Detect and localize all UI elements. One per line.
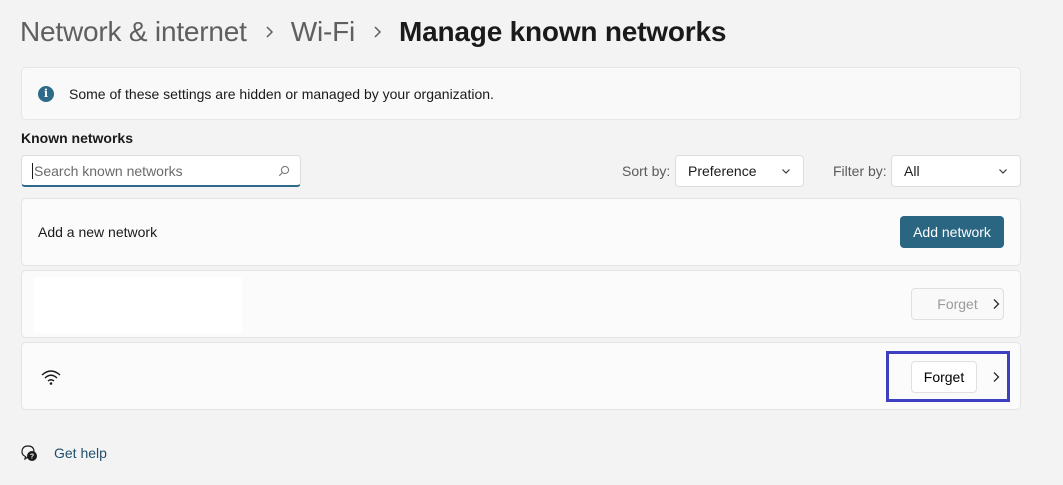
add-network-button[interactable]: Add network	[900, 216, 1004, 248]
sort-dropdown[interactable]: Preference	[675, 155, 804, 187]
filter-dropdown[interactable]: All	[891, 155, 1021, 187]
filter-value: All	[904, 163, 920, 179]
network-row[interactable]: Forget	[21, 342, 1021, 410]
search-box[interactable]	[21, 155, 301, 187]
breadcrumb: Network & internet Wi-Fi Manage known ne…	[20, 12, 726, 52]
breadcrumb-network-internet[interactable]: Network & internet	[20, 16, 247, 48]
svg-text:?: ?	[30, 454, 34, 461]
chevron-right-icon	[355, 12, 399, 52]
redacted-network-info	[34, 277, 242, 333]
info-bar: i Some of these settings are hidden or m…	[21, 67, 1021, 120]
add-network-label: Add a new network	[38, 224, 158, 240]
wifi-icon	[41, 370, 61, 385]
text-caret	[32, 162, 33, 179]
chevron-right-icon	[247, 12, 291, 52]
sort-label: Sort by:	[622, 163, 671, 179]
get-help[interactable]: ? Get help	[20, 444, 107, 462]
section-title: Known networks	[21, 130, 134, 146]
page-title: Manage known networks	[399, 16, 727, 47]
settings-page: Network & internet Wi-Fi Manage known ne…	[0, 0, 1063, 485]
search-icon[interactable]	[278, 165, 290, 177]
search-input[interactable]	[34, 162, 278, 179]
filter-label: Filter by:	[833, 163, 887, 179]
network-row[interactable]: Forget	[21, 270, 1021, 338]
help-icon: ?	[21, 445, 37, 461]
info-text: Some of these settings are hidden or man…	[69, 85, 494, 102]
info-icon: i	[38, 85, 54, 102]
chevron-right-icon[interactable]	[990, 298, 1002, 310]
highlight-box	[886, 351, 1010, 402]
sort-value: Preference	[688, 163, 757, 179]
chevron-down-icon	[999, 169, 1007, 174]
get-help-link[interactable]: Get help	[54, 445, 107, 461]
breadcrumb-wifi[interactable]: Wi-Fi	[291, 16, 356, 48]
chevron-down-icon	[782, 169, 790, 174]
add-network-card: Add a new network Add network	[21, 198, 1021, 266]
